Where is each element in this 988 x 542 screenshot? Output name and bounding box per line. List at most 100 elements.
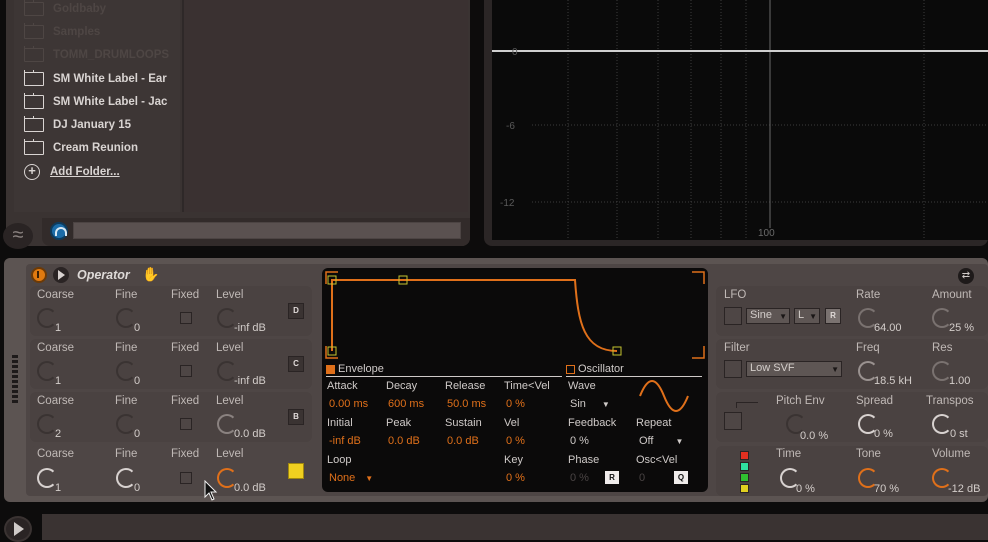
fixed-checkbox[interactable] (180, 312, 192, 324)
y-tick-label: 0 (512, 47, 518, 58)
dropdown-arrow-icon: ▼ (601, 400, 610, 409)
folder-item[interactable]: SM White Label - Jac (24, 93, 184, 111)
fine-knob[interactable] (116, 308, 136, 328)
folder-icon (24, 70, 44, 86)
envelope-tab-indicator (326, 365, 335, 374)
lfo-section: LFO Sine L R Rate 64.00 Amount 25 % (716, 286, 988, 336)
folder-item[interactable]: Goldbaby (24, 0, 184, 18)
browser-panel: Goldbaby Samples TOMM_DRUMLOOPS SM White… (6, 0, 470, 246)
envelope-curve (331, 279, 618, 352)
pitch-section: Pitch Env 0.0 % Spread 0 % Transpos 0 st (716, 392, 988, 442)
decay-value[interactable]: 600 ms (388, 398, 424, 410)
operator-row-c: Coarse 1 Fine 0 Fixed Level -inf dB C (30, 339, 312, 389)
led-indicator (740, 451, 749, 460)
corner-mark (692, 346, 705, 359)
device-title: Operator (77, 268, 130, 282)
device-power-button[interactable] (31, 267, 47, 283)
dropdown-arrow-icon: ▼ (365, 474, 374, 483)
loop-dropdown[interactable]: None ▼ (329, 472, 373, 484)
phase-retrigger-button[interactable]: R (605, 471, 619, 484)
footer-play-button[interactable] (4, 516, 32, 542)
browser-content-pane (182, 0, 468, 212)
folder-item[interactable]: SM White Label - Ear (24, 70, 184, 88)
operator-select-c[interactable]: C (288, 356, 304, 372)
y-tick-label: -12 (500, 198, 515, 209)
hand-icon: ✋ (142, 266, 160, 282)
phase-value[interactable]: 0 % (570, 472, 589, 484)
repeat-dropdown[interactable]: Off ▼ (639, 435, 683, 447)
folder-icon (24, 93, 44, 109)
headphones-preview-icon[interactable] (50, 222, 68, 240)
operator-row-a: Coarse 1 Fine 0 Fixed Level 0.0 dB A (30, 446, 312, 496)
oscillator-tab-indicator (566, 365, 575, 374)
pitch-env-toggle[interactable] (724, 412, 742, 430)
initial-value[interactable]: -inf dB (329, 435, 361, 447)
operator-select-d[interactable]: D (288, 303, 304, 319)
envelope-graph[interactable] (322, 268, 708, 368)
operator-display: Envelope Oscillator Attack 0.00 ms Decay… (322, 268, 708, 492)
global-section: Time 0 % Tone 70 % Volume -12 dB (716, 446, 988, 496)
folder-icon (24, 139, 44, 155)
folder-icon (24, 116, 44, 132)
drag-grip-handle[interactable] (12, 355, 18, 405)
operator-row-d: Coarse 1 Fine 0 Fixed Level -inf dB D (30, 286, 312, 336)
envelope-tab[interactable]: Envelope (326, 363, 562, 377)
plus-circle-icon: + (24, 164, 40, 180)
fixed-checkbox[interactable] (180, 365, 192, 377)
lfo-range-dropdown[interactable]: L (794, 308, 820, 324)
device-hotswap-button[interactable] (53, 267, 69, 283)
peak-value[interactable]: 0.0 dB (388, 435, 420, 447)
folder-icon (24, 46, 44, 62)
expand-icon[interactable]: ⇄ (958, 268, 974, 284)
led-indicator (740, 462, 749, 471)
filter-enable-toggle[interactable] (724, 360, 742, 378)
lfo-wave-dropdown[interactable]: Sine (746, 308, 790, 324)
fixed-checkbox[interactable] (180, 418, 192, 430)
folder-item[interactable]: Samples (24, 23, 184, 41)
fine-knob[interactable] (116, 414, 136, 434)
waveform-toggle-icon[interactable]: ≈ (3, 223, 33, 249)
add-folder-button[interactable]: + Add Folder... (24, 164, 120, 180)
led-indicator (740, 473, 749, 482)
coarse-knob[interactable] (37, 361, 57, 381)
operator-select-a[interactable]: A (288, 463, 304, 479)
feedback-value[interactable]: 0 % (570, 435, 589, 447)
mouse-cursor-icon (204, 480, 218, 501)
preview-bar[interactable] (73, 222, 461, 239)
corner-mark (692, 271, 705, 284)
coarse-knob[interactable] (37, 414, 57, 434)
key-value[interactable]: 0 % (506, 472, 525, 484)
release-value[interactable]: 50.0 ms (447, 398, 486, 410)
filter-type-dropdown[interactable]: Low SVF (746, 361, 842, 377)
operator-select-b[interactable]: B (288, 409, 304, 425)
folder-icon (24, 23, 44, 39)
fine-knob[interactable] (116, 361, 136, 381)
filter-section: Filter Low SVF Freq 18.5 kH Res 1.00 (716, 339, 988, 389)
lfo-enable-toggle[interactable] (724, 307, 742, 325)
folder-item[interactable]: Cream Reunion (24, 139, 184, 157)
x-tick-label: 100 (758, 228, 775, 239)
sustain-value[interactable]: 0.0 dB (447, 435, 479, 447)
oscillator-tab[interactable]: Oscillator (566, 363, 702, 377)
coarse-knob[interactable] (37, 468, 57, 488)
folder-item[interactable]: DJ January 15 (24, 116, 184, 134)
time-vel-value[interactable]: 0 % (506, 398, 525, 410)
fixed-checkbox[interactable] (180, 472, 192, 484)
dropdown-arrow-icon: ▼ (675, 437, 684, 446)
wave-dropdown[interactable]: Sin ▼ (570, 398, 610, 410)
folder-item[interactable]: TOMM_DRUMLOOPS (24, 46, 184, 64)
osc-vel-value[interactable]: 0 (639, 472, 645, 484)
fine-knob[interactable] (116, 468, 136, 488)
attack-value[interactable]: 0.00 ms (329, 398, 368, 410)
osc-vel-quantize-button[interactable]: Q (674, 471, 688, 484)
coarse-knob[interactable] (37, 308, 57, 328)
sine-wave-icon (639, 380, 689, 412)
eq-display[interactable]: 0 -6 -12 100 (492, 0, 988, 240)
vel-value[interactable]: 0 % (506, 435, 525, 447)
operator-row-b: Coarse 2 Fine 0 Fixed Level 0.0 dB B (30, 392, 312, 442)
led-indicator (740, 484, 749, 493)
lfo-retrigger-button[interactable]: R (825, 308, 841, 324)
footer-bar (42, 514, 988, 540)
folder-icon (24, 0, 44, 16)
transpose-knob[interactable] (932, 414, 952, 434)
